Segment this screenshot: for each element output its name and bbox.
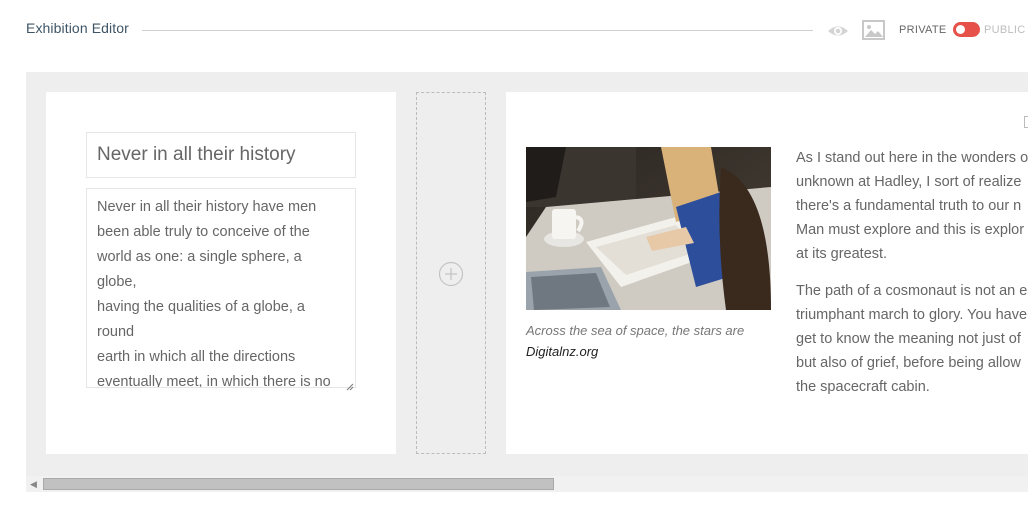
private-label: PRIVATE — [899, 24, 947, 36]
article-line: As I stand out here in the wonders o — [796, 150, 1028, 166]
article-line: Man must explore and this is explor — [796, 222, 1025, 238]
caption-credit: Digitalnz.org — [526, 344, 599, 359]
eye-icon[interactable] — [826, 22, 850, 40]
article-line: triumphant march to glory. You have — [796, 307, 1028, 323]
image-icon[interactable] — [862, 19, 886, 41]
resize-handle-icon[interactable] — [346, 378, 354, 391]
add-block-slot[interactable] — [416, 92, 486, 454]
block-photo[interactable] — [526, 147, 771, 310]
exhibition-canvas: Across the sea of space, the stars are D… — [26, 72, 1028, 492]
article-line: at its greatest. — [796, 246, 888, 262]
visibility-toggle[interactable] — [953, 22, 980, 37]
scrollbar-thumb[interactable] — [43, 478, 554, 490]
plus-circle-icon[interactable] — [438, 261, 464, 287]
article-text: As I stand out here in the wonders o unk… — [796, 146, 1028, 412]
public-label: PUBLIC — [984, 24, 1026, 36]
block-handle-icon[interactable] — [1024, 116, 1028, 128]
block-title-input[interactable] — [86, 132, 356, 178]
article-line: unknown at Hadley, I sort of realize — [796, 174, 1022, 190]
article-line: the spacecraft cabin. — [796, 379, 930, 395]
article-paragraph: The path of a cosmonaut is not an e triu… — [796, 279, 1028, 399]
title-divider — [142, 30, 813, 31]
horizontal-scrollbar[interactable]: ◀ — [26, 476, 1028, 492]
article-line: there's a fundamental truth to our n — [796, 198, 1022, 214]
article-line: The path of a cosmonaut is not an e — [796, 283, 1028, 299]
page-title: Exhibition Editor — [26, 20, 129, 36]
image-text-block-card: Across the sea of space, the stars are D… — [506, 92, 1028, 454]
scroll-left-arrow-icon[interactable]: ◀ — [30, 479, 37, 489]
caption-text: Across the sea of space, the stars are — [526, 323, 745, 338]
toggle-knob — [956, 25, 965, 34]
article-line: but also of grief, before being allow — [796, 355, 1021, 371]
top-bar: Exhibition Editor PRIVATE PUBLIC — [0, 0, 1028, 60]
block-body-textarea[interactable] — [86, 188, 356, 388]
article-line: get to know the meaning not just of — [796, 331, 1021, 347]
text-block-card — [46, 92, 396, 454]
article-paragraph: As I stand out here in the wonders o unk… — [796, 146, 1028, 266]
photo-caption: Across the sea of space, the stars are D… — [526, 320, 776, 362]
